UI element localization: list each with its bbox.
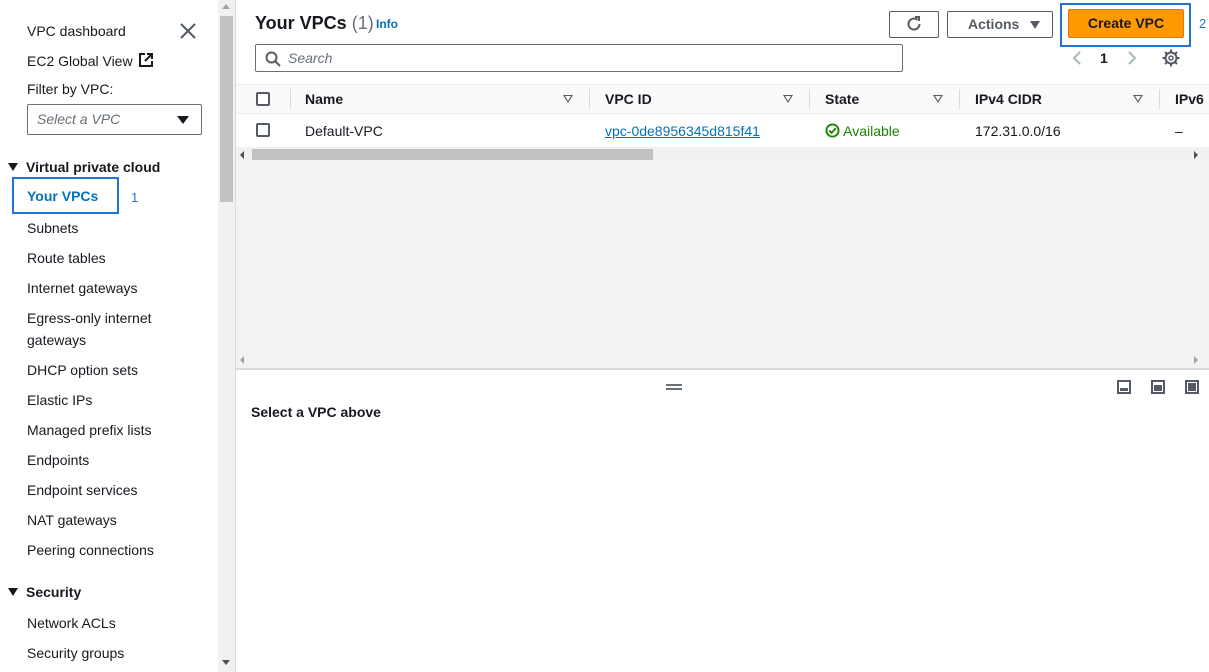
- search-placeholder: Search: [288, 50, 333, 66]
- table-header: Name VPC ID State IPv4 CIDR IPv6: [236, 84, 1209, 114]
- close-icon[interactable]: [179, 22, 197, 40]
- chevron-left-icon[interactable]: [1071, 50, 1083, 66]
- gear-icon[interactable]: [1162, 49, 1180, 67]
- actions-label: Actions: [968, 16, 1020, 32]
- sort-icon[interactable]: [1133, 95, 1143, 103]
- search-input[interactable]: Search: [255, 44, 903, 72]
- sidebar-item-network-acls[interactable]: Network ACLs: [27, 613, 116, 633]
- cell-ipv6: –: [1175, 123, 1183, 139]
- table-empty-area: [236, 162, 1209, 368]
- cell-state: Available: [825, 123, 900, 139]
- cell-name: Default-VPC: [305, 123, 383, 139]
- split-bottom-icon[interactable]: [1117, 380, 1131, 394]
- scroll-left-icon[interactable]: [240, 151, 244, 159]
- section-label: Security: [26, 584, 82, 600]
- vpc-filter-select[interactable]: Select a VPC: [27, 104, 202, 135]
- column-divider: [809, 89, 810, 109]
- sidebar-item-elastic-ips[interactable]: Elastic IPs: [27, 390, 92, 410]
- scroll-up-icon[interactable]: [222, 4, 230, 9]
- filter-label: Filter by VPC:: [27, 81, 114, 97]
- sidebar-scrollbar[interactable]: [218, 0, 235, 672]
- sidebar-item-dhcp-option-sets[interactable]: DHCP option sets: [27, 360, 138, 380]
- sidebar-item-route-tables[interactable]: Route tables: [27, 248, 106, 268]
- page-title-text: Your VPCs: [255, 13, 347, 33]
- detail-empty-message: Select a VPC above: [251, 404, 381, 420]
- sidebar-item-label: Egress-only internet: [27, 310, 152, 326]
- column-divider: [589, 89, 590, 109]
- select-all-checkbox[interactable]: [256, 92, 270, 106]
- external-link-icon: [139, 53, 154, 67]
- page-title: Your VPCs (1): [255, 13, 374, 34]
- section-virtual-private-cloud[interactable]: Virtual private cloud: [8, 157, 160, 177]
- check-circle-icon: [825, 123, 840, 138]
- main-content: Your VPCs (1) Info Actions Create VPC 2 …: [236, 0, 1209, 672]
- sort-icon[interactable]: [933, 95, 943, 103]
- sidebar: VPC dashboard EC2 Global View Filter by …: [0, 0, 218, 672]
- column-divider: [1159, 89, 1160, 109]
- sidebar-item-egress-only-internet-gateways[interactable]: Egress-only internet gateways: [27, 308, 152, 350]
- step-marker: 1: [131, 190, 139, 205]
- sidebar-item-internet-gateways[interactable]: Internet gateways: [27, 278, 138, 298]
- refresh-icon: [907, 16, 921, 31]
- sidebar-item-subnets[interactable]: Subnets: [27, 218, 78, 238]
- status-text: Available: [843, 123, 900, 139]
- table-row[interactable]: Default-VPC vpc-0de8956345d815f41 Availa…: [236, 115, 1209, 146]
- cell-ipv4-cidr: 172.31.0.0/16: [975, 123, 1061, 139]
- column-header-state[interactable]: State: [825, 91, 859, 107]
- scrollbar-thumb[interactable]: [252, 149, 653, 160]
- chevron-right-icon[interactable]: [1126, 50, 1138, 66]
- column-header-name[interactable]: Name: [305, 91, 343, 107]
- split-panel-divider: [236, 368, 1209, 370]
- sidebar-item-label: gateways: [27, 332, 87, 348]
- split-full-icon[interactable]: [1185, 380, 1199, 394]
- drag-handle-icon[interactable]: [666, 384, 682, 390]
- table-horizontal-scrollbar[interactable]: [236, 147, 1209, 162]
- scroll-right-icon[interactable]: [1194, 151, 1198, 159]
- sidebar-item-endpoint-services[interactable]: Endpoint services: [27, 480, 138, 500]
- create-vpc-button[interactable]: Create VPC: [1068, 9, 1184, 38]
- caret-down-icon: [8, 588, 18, 596]
- sidebar-item-vpc-dashboard[interactable]: VPC dashboard: [27, 21, 126, 41]
- caret-down-icon: [1030, 21, 1040, 29]
- column-header-ipv6[interactable]: IPv6: [1175, 91, 1204, 107]
- cell-vpc-id-link[interactable]: vpc-0de8956345d815f41: [605, 123, 760, 139]
- caret-down-icon: [177, 116, 189, 124]
- step-marker: 2: [1199, 16, 1207, 31]
- split-side-icon[interactable]: [1151, 380, 1165, 394]
- column-header-ipv4-cidr[interactable]: IPv4 CIDR: [975, 91, 1042, 107]
- scrollbar-thumb[interactable]: [220, 16, 233, 202]
- sort-icon[interactable]: [783, 95, 793, 103]
- refresh-button[interactable]: [889, 11, 939, 38]
- scroll-left-icon[interactable]: [240, 356, 244, 364]
- sidebar-item-your-vpcs[interactable]: Your VPCs: [27, 188, 98, 204]
- sidebar-item-label: EC2 Global View: [27, 53, 133, 69]
- section-label: Virtual private cloud: [26, 159, 161, 175]
- sidebar-item-peering-connections[interactable]: Peering connections: [27, 540, 154, 560]
- search-icon: [265, 51, 281, 67]
- vpc-count: (1): [351, 13, 374, 33]
- sidebar-item-nat-gateways[interactable]: NAT gateways: [27, 510, 117, 530]
- scroll-right-icon[interactable]: [1194, 356, 1198, 364]
- column-divider: [959, 89, 960, 109]
- info-link[interactable]: Info: [376, 17, 398, 31]
- scroll-down-icon[interactable]: [222, 660, 230, 665]
- sidebar-item-ec2-global-view[interactable]: EC2 Global View: [27, 51, 154, 71]
- sidebar-item-security-groups[interactable]: Security groups: [27, 643, 124, 663]
- page-number[interactable]: 1: [1100, 50, 1108, 66]
- column-divider: [290, 89, 291, 109]
- column-header-vpc-id[interactable]: VPC ID: [605, 91, 652, 107]
- sidebar-item-managed-prefix-lists[interactable]: Managed prefix lists: [27, 420, 152, 440]
- actions-button[interactable]: Actions: [947, 11, 1053, 38]
- caret-down-icon: [8, 163, 18, 171]
- section-security[interactable]: Security: [8, 582, 81, 602]
- vpc-filter-placeholder: Select a VPC: [37, 111, 121, 127]
- sort-icon[interactable]: [563, 95, 573, 103]
- sidebar-item-endpoints[interactable]: Endpoints: [27, 450, 89, 470]
- row-checkbox[interactable]: [256, 123, 270, 137]
